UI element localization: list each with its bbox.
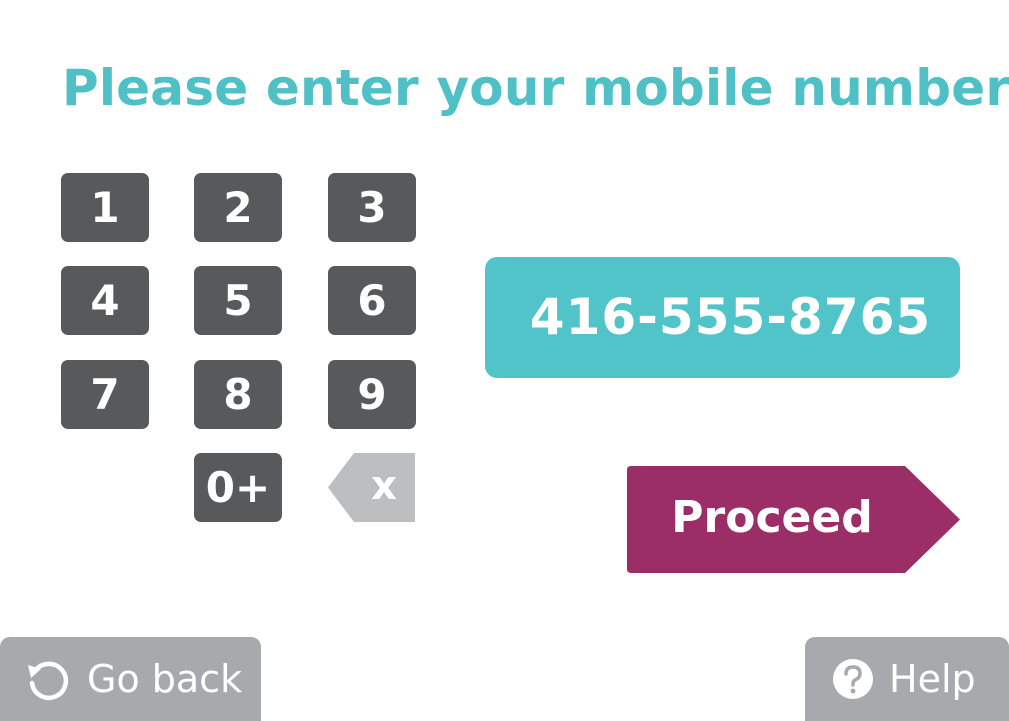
key-4[interactable]: 4: [61, 266, 149, 335]
key-5[interactable]: 5: [194, 266, 282, 335]
go-back-label: Go back: [87, 657, 243, 701]
help-label: Help: [889, 657, 976, 701]
help-button[interactable]: Help: [805, 637, 1009, 721]
phone-number-display: 416-555-8765: [485, 257, 960, 378]
key-1[interactable]: 1: [61, 173, 149, 242]
backspace-label: x: [371, 463, 397, 509]
question-circle-icon: [831, 657, 875, 710]
proceed-label: Proceed: [671, 492, 873, 543]
go-back-button[interactable]: Go back: [0, 637, 261, 721]
key-3[interactable]: 3: [328, 173, 416, 242]
key-6[interactable]: 6: [328, 266, 416, 335]
proceed-button[interactable]: Proceed: [627, 466, 960, 573]
key-2[interactable]: 2: [194, 173, 282, 242]
refresh-back-icon: [26, 657, 70, 710]
key-7[interactable]: 7: [61, 360, 149, 429]
key-8[interactable]: 8: [194, 360, 282, 429]
backspace-button[interactable]: x: [328, 453, 415, 522]
key-9[interactable]: 9: [328, 360, 416, 429]
page-title: Please enter your mobile number:: [62, 59, 1009, 117]
key-0-plus[interactable]: 0+: [194, 453, 282, 522]
